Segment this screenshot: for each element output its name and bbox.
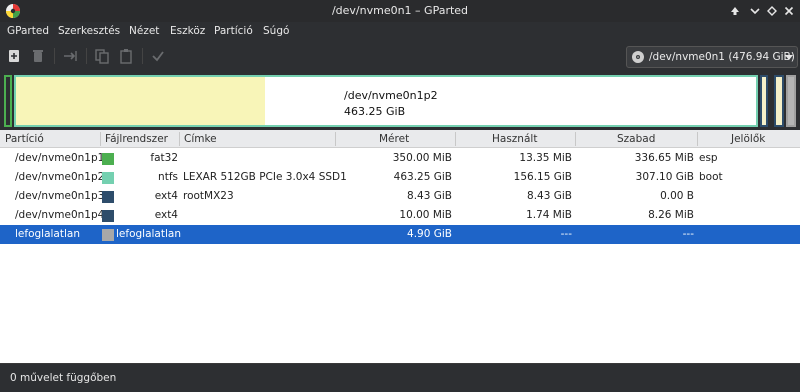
column-header-filesystem[interactable]: Fájlrendszer (105, 133, 168, 145)
map-segment-p2[interactable]: /dev/nvme0n1p2 463.25 GiB (14, 75, 758, 127)
menu-edit[interactable]: Szerkesztés (58, 25, 120, 37)
cell-free: 307.10 GiB (635, 171, 694, 183)
table-row[interactable]: /dev/nvme0n1p4 ext4 10.00 MiB 1.74 MiB 8… (0, 206, 800, 225)
cell-free: --- (682, 228, 694, 240)
cell-partition: lefoglalatlan (15, 228, 80, 240)
table-row[interactable]: /dev/nvme0n1p1 fat32 350.00 MiB 13.35 Mi… (0, 149, 800, 168)
menu-gparted[interactable]: GParted (7, 25, 49, 37)
map-segment-p2-size: 463.25 GiB (344, 105, 406, 118)
cell-size: 8.43 GiB (407, 190, 452, 202)
disk-drive-icon (631, 50, 645, 64)
map-segment-p2-name: /dev/nvme0n1p2 (344, 89, 438, 102)
apply-icon[interactable] (148, 46, 168, 66)
fs-color-swatch (102, 229, 114, 241)
fs-color-swatch (102, 172, 114, 184)
table-row[interactable]: /dev/nvme0n1p3 ext4 rootMX23 8.43 GiB 8.… (0, 187, 800, 206)
cell-free: 0.00 B (660, 190, 694, 202)
menu-device[interactable]: Eszköz (170, 25, 205, 37)
column-header-partition[interactable]: Partíció (5, 133, 44, 145)
copy-icon[interactable] (92, 46, 112, 66)
table-row[interactable]: /dev/nvme0n1p2 ntfs LEXAR 512GB PCIe 3.0… (0, 168, 800, 187)
toolbar-separator (142, 48, 143, 64)
cell-size: 463.25 GiB (393, 171, 452, 183)
cell-partition: /dev/nvme0n1p2 (15, 171, 105, 183)
new-partition-icon[interactable] (4, 46, 24, 66)
cell-label: LEXAR 512GB PCIe 3.0x4 SSD1 (183, 171, 347, 183)
resize-move-icon[interactable] (60, 46, 80, 66)
partition-table: Partíció Fájlrendszer Címke Méret Haszná… (0, 130, 800, 363)
device-selector-label: /dev/nvme0n1 (476.94 GiB) (649, 51, 795, 63)
column-separator[interactable] (455, 132, 456, 146)
cell-flags: boot (699, 171, 723, 183)
cell-label: rootMX23 (183, 190, 234, 202)
title-bar: /dev/nvme0n1 – GParted (0, 0, 800, 22)
map-segment-unallocated[interactable] (786, 75, 796, 127)
cell-partition: /dev/nvme0n1p4 (15, 209, 105, 221)
menu-bar: GParted Szerkesztés Nézet Eszköz Partíci… (0, 22, 800, 42)
cell-used: 1.74 MiB (526, 209, 572, 221)
chevron-down-icon (785, 55, 793, 60)
table-row-selected[interactable]: lefoglalatlan lefoglalatlan 4.90 GiB ---… (0, 225, 800, 244)
map-segment-p2-used (16, 77, 265, 125)
cell-size: 10.00 MiB (399, 209, 452, 221)
menu-partition[interactable]: Partíció (214, 25, 253, 37)
column-separator[interactable] (575, 132, 576, 146)
cell-filesystem: ntfs (158, 171, 178, 183)
maximize-icon[interactable] (763, 2, 781, 20)
menu-view[interactable]: Nézet (129, 25, 159, 37)
column-header-label[interactable]: Címke (184, 133, 217, 145)
cell-flags: esp (699, 152, 718, 164)
fs-color-swatch (102, 153, 114, 165)
cell-filesystem: lefoglalatlan (116, 228, 181, 240)
status-bar: 0 művelet függőben (0, 363, 800, 392)
toolbar-separator (86, 48, 87, 64)
cell-filesystem: ext4 (154, 209, 178, 221)
map-segment-p4[interactable] (774, 75, 784, 127)
cell-partition: /dev/nvme0n1p1 (15, 152, 105, 164)
cell-free: 336.65 MiB (634, 152, 694, 164)
cell-filesystem: fat32 (150, 152, 178, 164)
column-separator[interactable] (697, 132, 698, 146)
minimize-icon[interactable] (746, 2, 764, 20)
cell-size: 4.90 GiB (407, 228, 452, 240)
table-header: Partíció Fájlrendszer Címke Méret Haszná… (0, 130, 800, 148)
column-header-used[interactable]: Használt (492, 133, 537, 145)
map-segment-p1[interactable] (4, 75, 12, 127)
cell-filesystem: ext4 (154, 190, 178, 202)
cell-used: 156.15 GiB (513, 171, 572, 183)
partition-map: /dev/nvme0n1p2 463.25 GiB (0, 72, 800, 130)
cell-free: 8.26 MiB (648, 209, 694, 221)
column-separator[interactable] (179, 132, 180, 146)
menu-help[interactable]: Súgó (263, 25, 289, 37)
device-selector[interactable]: /dev/nvme0n1 (476.94 GiB) (626, 46, 798, 68)
keep-above-icon[interactable] (726, 2, 744, 20)
cell-used: --- (560, 228, 572, 240)
close-icon[interactable] (780, 2, 798, 20)
column-header-size[interactable]: Méret (379, 133, 409, 145)
cell-partition: /dev/nvme0n1p3 (15, 190, 105, 202)
window-title: /dev/nvme0n1 – GParted (331, 4, 469, 17)
paste-icon[interactable] (116, 46, 136, 66)
column-header-free[interactable]: Szabad (617, 133, 655, 145)
column-separator[interactable] (100, 132, 101, 146)
column-separator[interactable] (335, 132, 336, 146)
delete-partition-icon[interactable] (28, 46, 48, 66)
pending-operations-status: 0 művelet függőben (10, 372, 117, 384)
column-header-flags[interactable]: Jelölők (731, 133, 765, 145)
fs-color-swatch (102, 210, 114, 222)
map-segment-p3[interactable] (760, 75, 768, 127)
fs-color-swatch (102, 191, 114, 203)
cell-used: 13.35 MiB (519, 152, 572, 164)
toolbar-separator (54, 48, 55, 64)
cell-size: 350.00 MiB (392, 152, 452, 164)
cell-used: 8.43 GiB (527, 190, 572, 202)
